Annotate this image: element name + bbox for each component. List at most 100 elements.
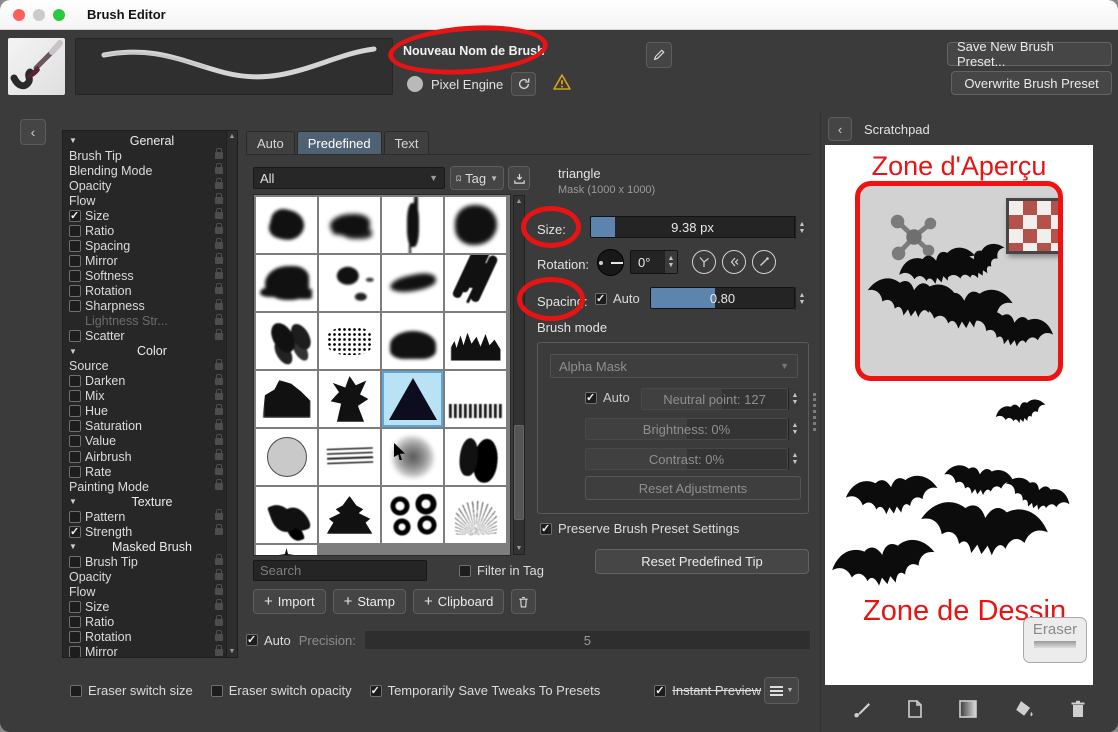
lock-icon[interactable] bbox=[215, 197, 223, 204]
section-collapse-icon[interactable]: ▼ bbox=[69, 497, 77, 506]
brush-tip-thumbnail[interactable] bbox=[319, 371, 380, 427]
collapse-panel-button[interactable]: ‹ bbox=[20, 119, 46, 145]
brush-tip-thumbnail[interactable] bbox=[319, 197, 380, 253]
sidebar-item[interactable]: ▼ Texture bbox=[65, 494, 225, 509]
lock-icon[interactable] bbox=[215, 603, 223, 610]
size-slider[interactable]: 9.38 px ▲▼ bbox=[590, 216, 808, 239]
brush-tip-thumbnail[interactable] bbox=[445, 255, 506, 311]
lock-icon[interactable] bbox=[215, 393, 223, 400]
item-checkbox[interactable] bbox=[69, 390, 81, 402]
sidebar-item[interactable]: ▼ Size bbox=[65, 208, 225, 223]
neutral-point-spinbox[interactable]: Neutral point: 127 ▲▼ bbox=[641, 388, 801, 410]
sidebar-item[interactable]: ▼ Rate bbox=[65, 464, 225, 479]
lock-icon[interactable] bbox=[215, 423, 223, 430]
sidebar-item[interactable]: ▼ Opacity bbox=[65, 569, 225, 584]
lock-icon[interactable] bbox=[215, 558, 223, 565]
clipboard-button[interactable]: Clipboard bbox=[413, 589, 504, 614]
lock-icon[interactable] bbox=[215, 333, 223, 340]
lock-icon[interactable] bbox=[215, 634, 223, 641]
brush-tip-thumbnail[interactable] bbox=[382, 255, 443, 311]
sidebar-item[interactable]: ▼ Lightness Str... bbox=[65, 314, 225, 329]
panel-splitter-handle[interactable] bbox=[813, 393, 816, 431]
brush-tip-thumbnail[interactable] bbox=[256, 487, 317, 543]
brush-tip-thumbnail[interactable] bbox=[319, 429, 380, 485]
item-checkbox[interactable] bbox=[69, 405, 81, 417]
scroll-up-icon[interactable]: ▲ bbox=[229, 133, 236, 140]
grid-scrollbar-thumb[interactable] bbox=[514, 425, 524, 520]
search-input[interactable] bbox=[253, 560, 427, 581]
eraser-switch-size-checkbox[interactable] bbox=[70, 685, 82, 697]
import-button[interactable]: Import bbox=[253, 589, 326, 614]
item-checkbox[interactable] bbox=[69, 375, 81, 387]
lock-icon[interactable] bbox=[215, 242, 223, 249]
instant-preview-checkbox[interactable] bbox=[654, 685, 666, 697]
brush-tip-thumbnail[interactable] bbox=[382, 487, 443, 543]
lock-icon[interactable] bbox=[215, 573, 223, 580]
rotation-dial[interactable] bbox=[597, 249, 624, 276]
precision-slider[interactable]: 5 bbox=[364, 630, 811, 650]
save-tweaks-checkbox[interactable] bbox=[370, 685, 382, 697]
brush-tip-thumbnail[interactable] bbox=[445, 487, 506, 543]
sidebar-scrollbar[interactable]: ▲ ▼ bbox=[226, 131, 237, 657]
lock-icon[interactable] bbox=[215, 257, 223, 264]
section-collapse-icon[interactable]: ▼ bbox=[69, 136, 77, 145]
sidebar-item[interactable]: ▼ Flow bbox=[65, 584, 225, 599]
section-collapse-icon[interactable]: ▼ bbox=[69, 347, 77, 356]
item-checkbox[interactable] bbox=[69, 526, 81, 538]
sidebar-item[interactable]: ▼ Rotation bbox=[65, 630, 225, 645]
lock-icon[interactable] bbox=[215, 588, 223, 595]
item-checkbox[interactable] bbox=[69, 330, 81, 342]
section-collapse-icon[interactable]: ▼ bbox=[69, 542, 77, 551]
tag-button[interactable]: Tag ▼ bbox=[450, 166, 504, 190]
scratchpad-canvas[interactable]: Zone d'Aperçu bbox=[825, 145, 1093, 685]
lock-icon[interactable] bbox=[215, 287, 223, 294]
preserve-settings-checkbox[interactable] bbox=[540, 523, 552, 535]
sidebar-item[interactable]: ▼ Opacity bbox=[65, 178, 225, 193]
lock-icon[interactable] bbox=[215, 212, 223, 219]
overwrite-brush-preset-button[interactable]: Overwrite Brush Preset bbox=[951, 71, 1112, 95]
item-checkbox[interactable] bbox=[69, 225, 81, 237]
sidebar-item[interactable]: ▼ Sharpness bbox=[65, 299, 225, 314]
sidebar-item[interactable]: ▼ Ratio bbox=[65, 223, 225, 238]
fill-gradient-icon[interactable] bbox=[958, 699, 978, 719]
brush-tip-thumbnail[interactable] bbox=[256, 313, 317, 369]
sidebar-item[interactable]: ▼ Blending Mode bbox=[65, 163, 225, 178]
lock-icon[interactable] bbox=[215, 272, 223, 279]
rotation-angle-button[interactable] bbox=[752, 250, 776, 274]
sidebar-item[interactable]: ▼ Airbrush bbox=[65, 449, 225, 464]
item-checkbox[interactable] bbox=[69, 435, 81, 447]
delete-tip-button[interactable] bbox=[511, 589, 536, 614]
tab-predefined[interactable]: Predefined bbox=[297, 131, 382, 154]
item-checkbox[interactable] bbox=[69, 420, 81, 432]
brush-tip-thumbnail[interactable] bbox=[319, 545, 380, 556]
sidebar-item[interactable]: ▼ Masked Brush bbox=[65, 539, 225, 554]
zoom-window-button[interactable] bbox=[53, 9, 65, 21]
reload-engine-button[interactable] bbox=[511, 72, 536, 96]
brush-mode-dropdown[interactable]: Alpha Mask ▼ bbox=[550, 354, 798, 378]
sidebar-item[interactable]: ▼ Painting Mode bbox=[65, 479, 225, 494]
precision-auto-checkbox[interactable] bbox=[246, 634, 258, 646]
brush-tip-thumbnail[interactable] bbox=[382, 197, 443, 253]
item-checkbox[interactable] bbox=[69, 646, 81, 658]
reset-adjustments-button[interactable]: Reset Adjustments bbox=[585, 476, 801, 500]
eraser-switch-opacity-checkbox[interactable] bbox=[211, 685, 223, 697]
lock-icon[interactable] bbox=[215, 453, 223, 460]
brush-tip-thumbnail[interactable] bbox=[382, 371, 443, 427]
lock-icon[interactable] bbox=[215, 363, 223, 370]
sidebar-item[interactable]: ▼ Flow bbox=[65, 193, 225, 208]
sidebar-item[interactable]: ▼ Size bbox=[65, 599, 225, 614]
lock-icon[interactable] bbox=[215, 227, 223, 234]
lock-icon[interactable] bbox=[215, 408, 223, 415]
sidebar-item[interactable]: ▼ Scatter bbox=[65, 329, 225, 344]
tab-auto[interactable]: Auto bbox=[246, 131, 295, 154]
item-checkbox[interactable] bbox=[69, 300, 81, 312]
item-checkbox[interactable] bbox=[69, 616, 81, 628]
lock-icon[interactable] bbox=[215, 378, 223, 385]
sidebar-item[interactable]: ▼ Source bbox=[65, 359, 225, 374]
rotation-flip-button[interactable] bbox=[692, 250, 716, 274]
item-checkbox[interactable] bbox=[69, 451, 81, 463]
rotation-spinner[interactable]: ▲▼ bbox=[664, 251, 677, 273]
scroll-up-icon[interactable]: ▲ bbox=[516, 198, 523, 205]
scroll-down-icon[interactable]: ▼ bbox=[516, 545, 523, 552]
filter-in-tag-checkbox[interactable] bbox=[459, 565, 471, 577]
